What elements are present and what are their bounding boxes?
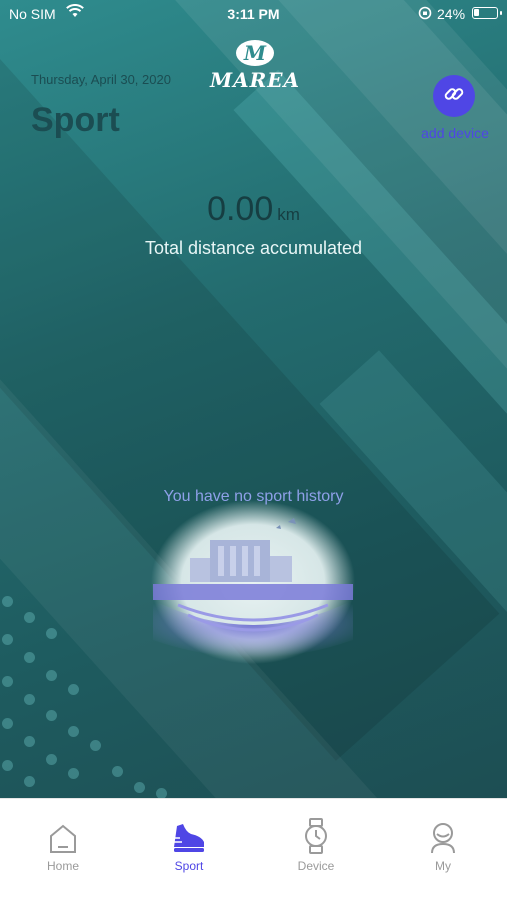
status-bar: No SIM 3:11 PM 24% — [0, 0, 507, 28]
watch-icon — [303, 818, 329, 857]
tab-my[interactable]: My — [380, 823, 506, 873]
tab-home[interactable]: Home — [0, 823, 126, 873]
page-title: Sport — [31, 101, 120, 139]
distance-value: 0.00 — [207, 190, 274, 228]
home-icon — [49, 824, 77, 857]
distance-readout: 0.00 km — [0, 190, 507, 229]
sport-screen: No SIM 3:11 PM 24% M MAREA Thursday, Apr… — [0, 0, 507, 900]
brand-logo: M MAREA — [205, 40, 305, 92]
battery-percent: 24% — [437, 6, 466, 22]
brand-name: MAREA — [209, 68, 301, 92]
add-device-label[interactable]: add device — [405, 125, 505, 141]
user-icon — [429, 822, 457, 857]
orientation-lock-icon — [418, 6, 432, 23]
empty-history-message: You have no sport history — [163, 488, 344, 505]
logo-mark-icon: M — [236, 40, 274, 66]
tab-label: Device — [297, 859, 335, 873]
tab-label: Sport — [174, 859, 204, 873]
battery-icon — [472, 7, 502, 19]
tab-label: Home — [46, 859, 79, 873]
add-device-button[interactable] — [433, 75, 475, 117]
current-date: Thursday, April 30, 2020 — [31, 72, 171, 87]
shoe-icon — [171, 822, 207, 857]
tab-label: My — [435, 859, 451, 873]
link-icon — [442, 82, 466, 111]
bottom-tab-bar: Home Sport Device My — [0, 798, 507, 900]
tab-sport[interactable]: Sport — [126, 823, 252, 873]
distance-unit: km — [277, 205, 300, 224]
tab-device[interactable]: Device — [253, 818, 379, 873]
empty-stadium-illustration — [148, 500, 358, 670]
distance-label: Total distance accumulated — [144, 238, 363, 258]
